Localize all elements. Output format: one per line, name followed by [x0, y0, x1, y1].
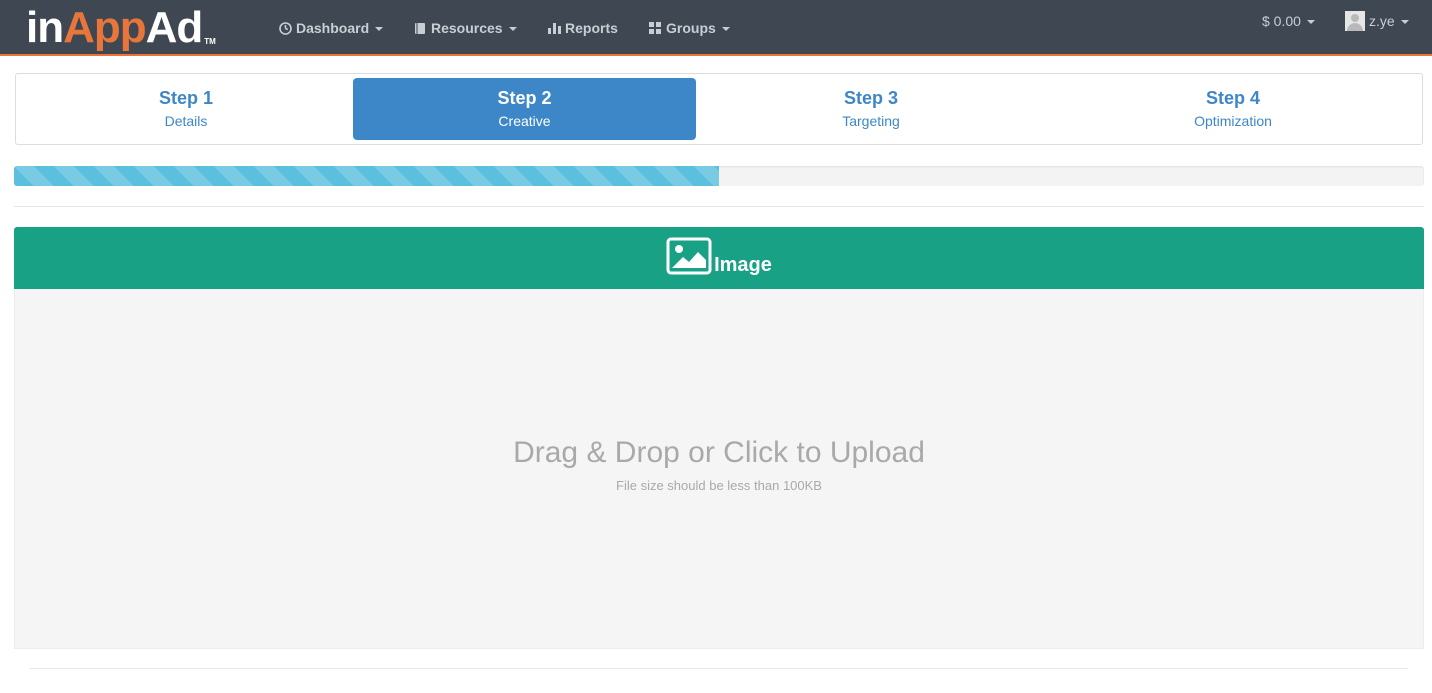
wizard-steps: Step 1 Details Step 2 Creative Step 3 Ta…: [15, 73, 1423, 145]
balance-label: $ 0.00: [1262, 13, 1301, 29]
dashboard-gauge-icon: [278, 21, 292, 35]
nav-resources-dropdown[interactable]: Resources: [413, 0, 517, 56]
dropzone-size-hint: File size should be less than 100KB: [616, 478, 822, 493]
divider: [30, 668, 1408, 669]
image-panel-header: Image: [14, 227, 1424, 289]
image-upload-dropzone[interactable]: Drag & Drop or Click to Upload File size…: [14, 289, 1424, 649]
logo-text-ad: Ad: [145, 3, 204, 52]
user-menu-dropdown[interactable]: z.ye: [1345, 0, 1409, 49]
wizard-step-optimization[interactable]: Step 4 Optimization: [1046, 78, 1420, 140]
divider: [14, 206, 1424, 207]
nav-reports-link[interactable]: Reports: [547, 0, 618, 56]
progress-fill: [14, 166, 719, 186]
balance-dropdown[interactable]: $ 0.00: [1262, 0, 1315, 49]
wizard-step-targeting[interactable]: Step 3 Targeting: [698, 78, 1044, 140]
nav-dashboard-label: Dashboard: [296, 20, 370, 36]
wizard-step-details[interactable]: Step 1 Details: [16, 78, 356, 140]
avatar: [1345, 11, 1365, 31]
step-subtitle: Details: [164, 113, 208, 129]
top-navbar: in App Ad TM Dashboard Resources Reports…: [0, 0, 1432, 56]
chevron-down-icon: [721, 27, 730, 31]
step-title: Step 1: [158, 88, 214, 108]
dropzone-instruction: Drag & Drop or Click to Upload: [513, 436, 925, 469]
step-title: Step 4: [1205, 88, 1261, 108]
image-icon: [666, 237, 712, 275]
nav-groups-dropdown[interactable]: Groups: [648, 0, 730, 56]
book-icon: [413, 21, 427, 35]
nav-dashboard-dropdown[interactable]: Dashboard: [278, 0, 384, 56]
chevron-down-icon: [375, 27, 384, 31]
chevron-down-icon: [1306, 20, 1315, 24]
step-title: Step 2: [497, 88, 552, 108]
user-name-label: z.ye: [1369, 13, 1395, 29]
step-subtitle: Creative: [498, 113, 551, 129]
step-title: Step 3: [843, 88, 899, 108]
step-subtitle: Targeting: [842, 113, 900, 129]
logo-trademark: TM: [204, 37, 216, 46]
nav-reports-label: Reports: [565, 20, 618, 36]
panel-title: Image: [714, 253, 772, 276]
wizard-progress-bar: [14, 166, 1424, 186]
nav-groups-label: Groups: [666, 20, 716, 36]
step-subtitle: Optimization: [1194, 113, 1272, 129]
nav-resources-label: Resources: [431, 20, 503, 36]
brand-logo[interactable]: in App Ad TM: [26, 4, 216, 52]
grid-icon: [648, 21, 662, 35]
chevron-down-icon: [1400, 20, 1409, 24]
bar-chart-icon: [547, 21, 561, 35]
logo-text-in: in: [26, 3, 64, 52]
logo-text-app: App: [63, 3, 147, 52]
chevron-down-icon: [508, 27, 517, 31]
wizard-step-creative[interactable]: Step 2 Creative: [353, 78, 696, 140]
